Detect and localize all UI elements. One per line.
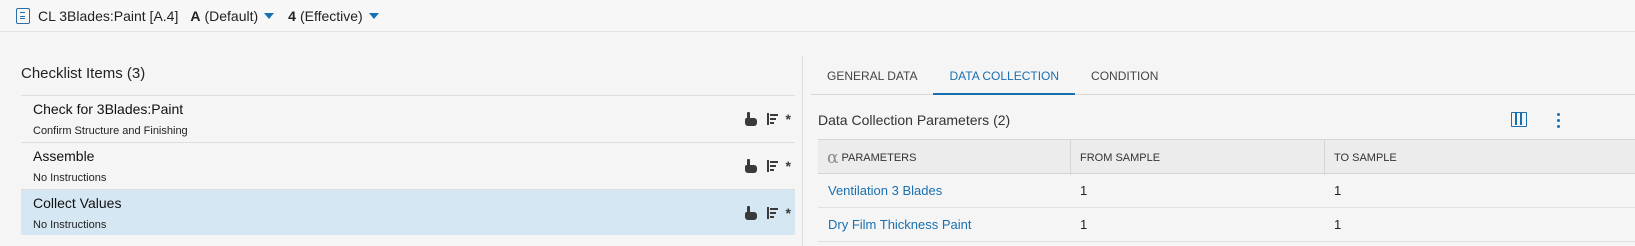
to-sample-cell: 1 bbox=[1334, 183, 1342, 198]
columns-icon[interactable] bbox=[1511, 112, 1527, 127]
parameters-table: α PARAMETERS FROM SAMPLE TO SAMPLE Venti… bbox=[818, 139, 1635, 242]
sort-icon[interactable] bbox=[766, 207, 778, 219]
item-name: Check for 3Blades:Paint bbox=[33, 101, 184, 117]
tab-bar: GENERAL DATA DATA COLLECTION CONDITION bbox=[811, 61, 1635, 95]
from-sample-cell: 1 bbox=[1080, 217, 1088, 232]
tab-condition[interactable]: CONDITION bbox=[1075, 61, 1174, 95]
iteration-value: 4 bbox=[288, 7, 296, 24]
checklist-title: Checklist Items (3) bbox=[21, 65, 146, 82]
tab-data-collection[interactable]: DATA COLLECTION bbox=[933, 61, 1076, 95]
asterisk-icon[interactable]: * bbox=[786, 206, 791, 220]
asterisk-icon[interactable]: * bbox=[786, 159, 791, 173]
checklist-item[interactable]: Assemble No Instructions * bbox=[21, 142, 795, 188]
column-header-parameters[interactable]: α PARAMETERS bbox=[818, 140, 1071, 175]
revision-value: A bbox=[190, 7, 201, 24]
table-row[interactable]: Ventilation 3 Blades 1 1 bbox=[818, 174, 1635, 208]
table-header: α PARAMETERS FROM SAMPLE TO SAMPLE bbox=[818, 139, 1635, 175]
iteration-dropdown-icon[interactable] bbox=[368, 12, 379, 19]
page-title: CL 3Blades:Paint [A.4] bbox=[38, 7, 179, 24]
asterisk-icon[interactable]: * bbox=[786, 112, 791, 126]
revision-label: (Default) bbox=[204, 7, 259, 24]
to-sample-cell: 1 bbox=[1334, 217, 1342, 232]
item-name: Assemble bbox=[33, 148, 95, 164]
hand-icon[interactable] bbox=[744, 112, 758, 126]
iteration-label: (Effective) bbox=[299, 7, 363, 24]
table-row[interactable]: Dry Film Thickness Paint 1 1 bbox=[818, 208, 1635, 242]
column-header-from-sample[interactable]: FROM SAMPLE bbox=[1071, 140, 1325, 175]
parameter-link[interactable]: Dry Film Thickness Paint bbox=[818, 208, 1071, 241]
checklist-panel: Checklist Items (3) Check for 3Blades:Pa… bbox=[0, 33, 802, 246]
parameter-link[interactable]: Ventilation 3 Blades bbox=[818, 174, 1071, 207]
item-description: No Instructions bbox=[33, 172, 107, 184]
data-collection-title: Data Collection Parameters (2) bbox=[818, 112, 1011, 128]
sort-icon[interactable] bbox=[766, 113, 778, 125]
from-sample-cell: 1 bbox=[1080, 183, 1088, 198]
revision-dropdown-icon[interactable] bbox=[264, 12, 275, 19]
tab-general-data[interactable]: GENERAL DATA bbox=[811, 61, 933, 95]
alpha-sort-icon[interactable]: α bbox=[827, 148, 838, 168]
header-bar: CL 3Blades:Paint [A.4] A (Default) 4 (Ef… bbox=[0, 0, 1635, 32]
checklist-item[interactable]: Check for 3Blades:Paint Confirm Structur… bbox=[21, 95, 795, 141]
more-options-icon[interactable] bbox=[1557, 113, 1561, 129]
checklist-icon bbox=[16, 7, 30, 24]
checklist-item-selected[interactable]: Collect Values No Instructions * bbox=[21, 189, 795, 235]
column-header-to-sample[interactable]: TO SAMPLE bbox=[1325, 140, 1635, 175]
hand-icon[interactable] bbox=[744, 159, 758, 173]
sort-icon[interactable] bbox=[766, 160, 778, 172]
hand-icon[interactable] bbox=[744, 206, 758, 220]
details-panel: GENERAL DATA DATA COLLECTION CONDITION D… bbox=[803, 33, 1635, 246]
item-description: No Instructions bbox=[33, 219, 107, 231]
item-description: Confirm Structure and Finishing bbox=[33, 125, 188, 137]
item-name: Collect Values bbox=[33, 195, 122, 211]
